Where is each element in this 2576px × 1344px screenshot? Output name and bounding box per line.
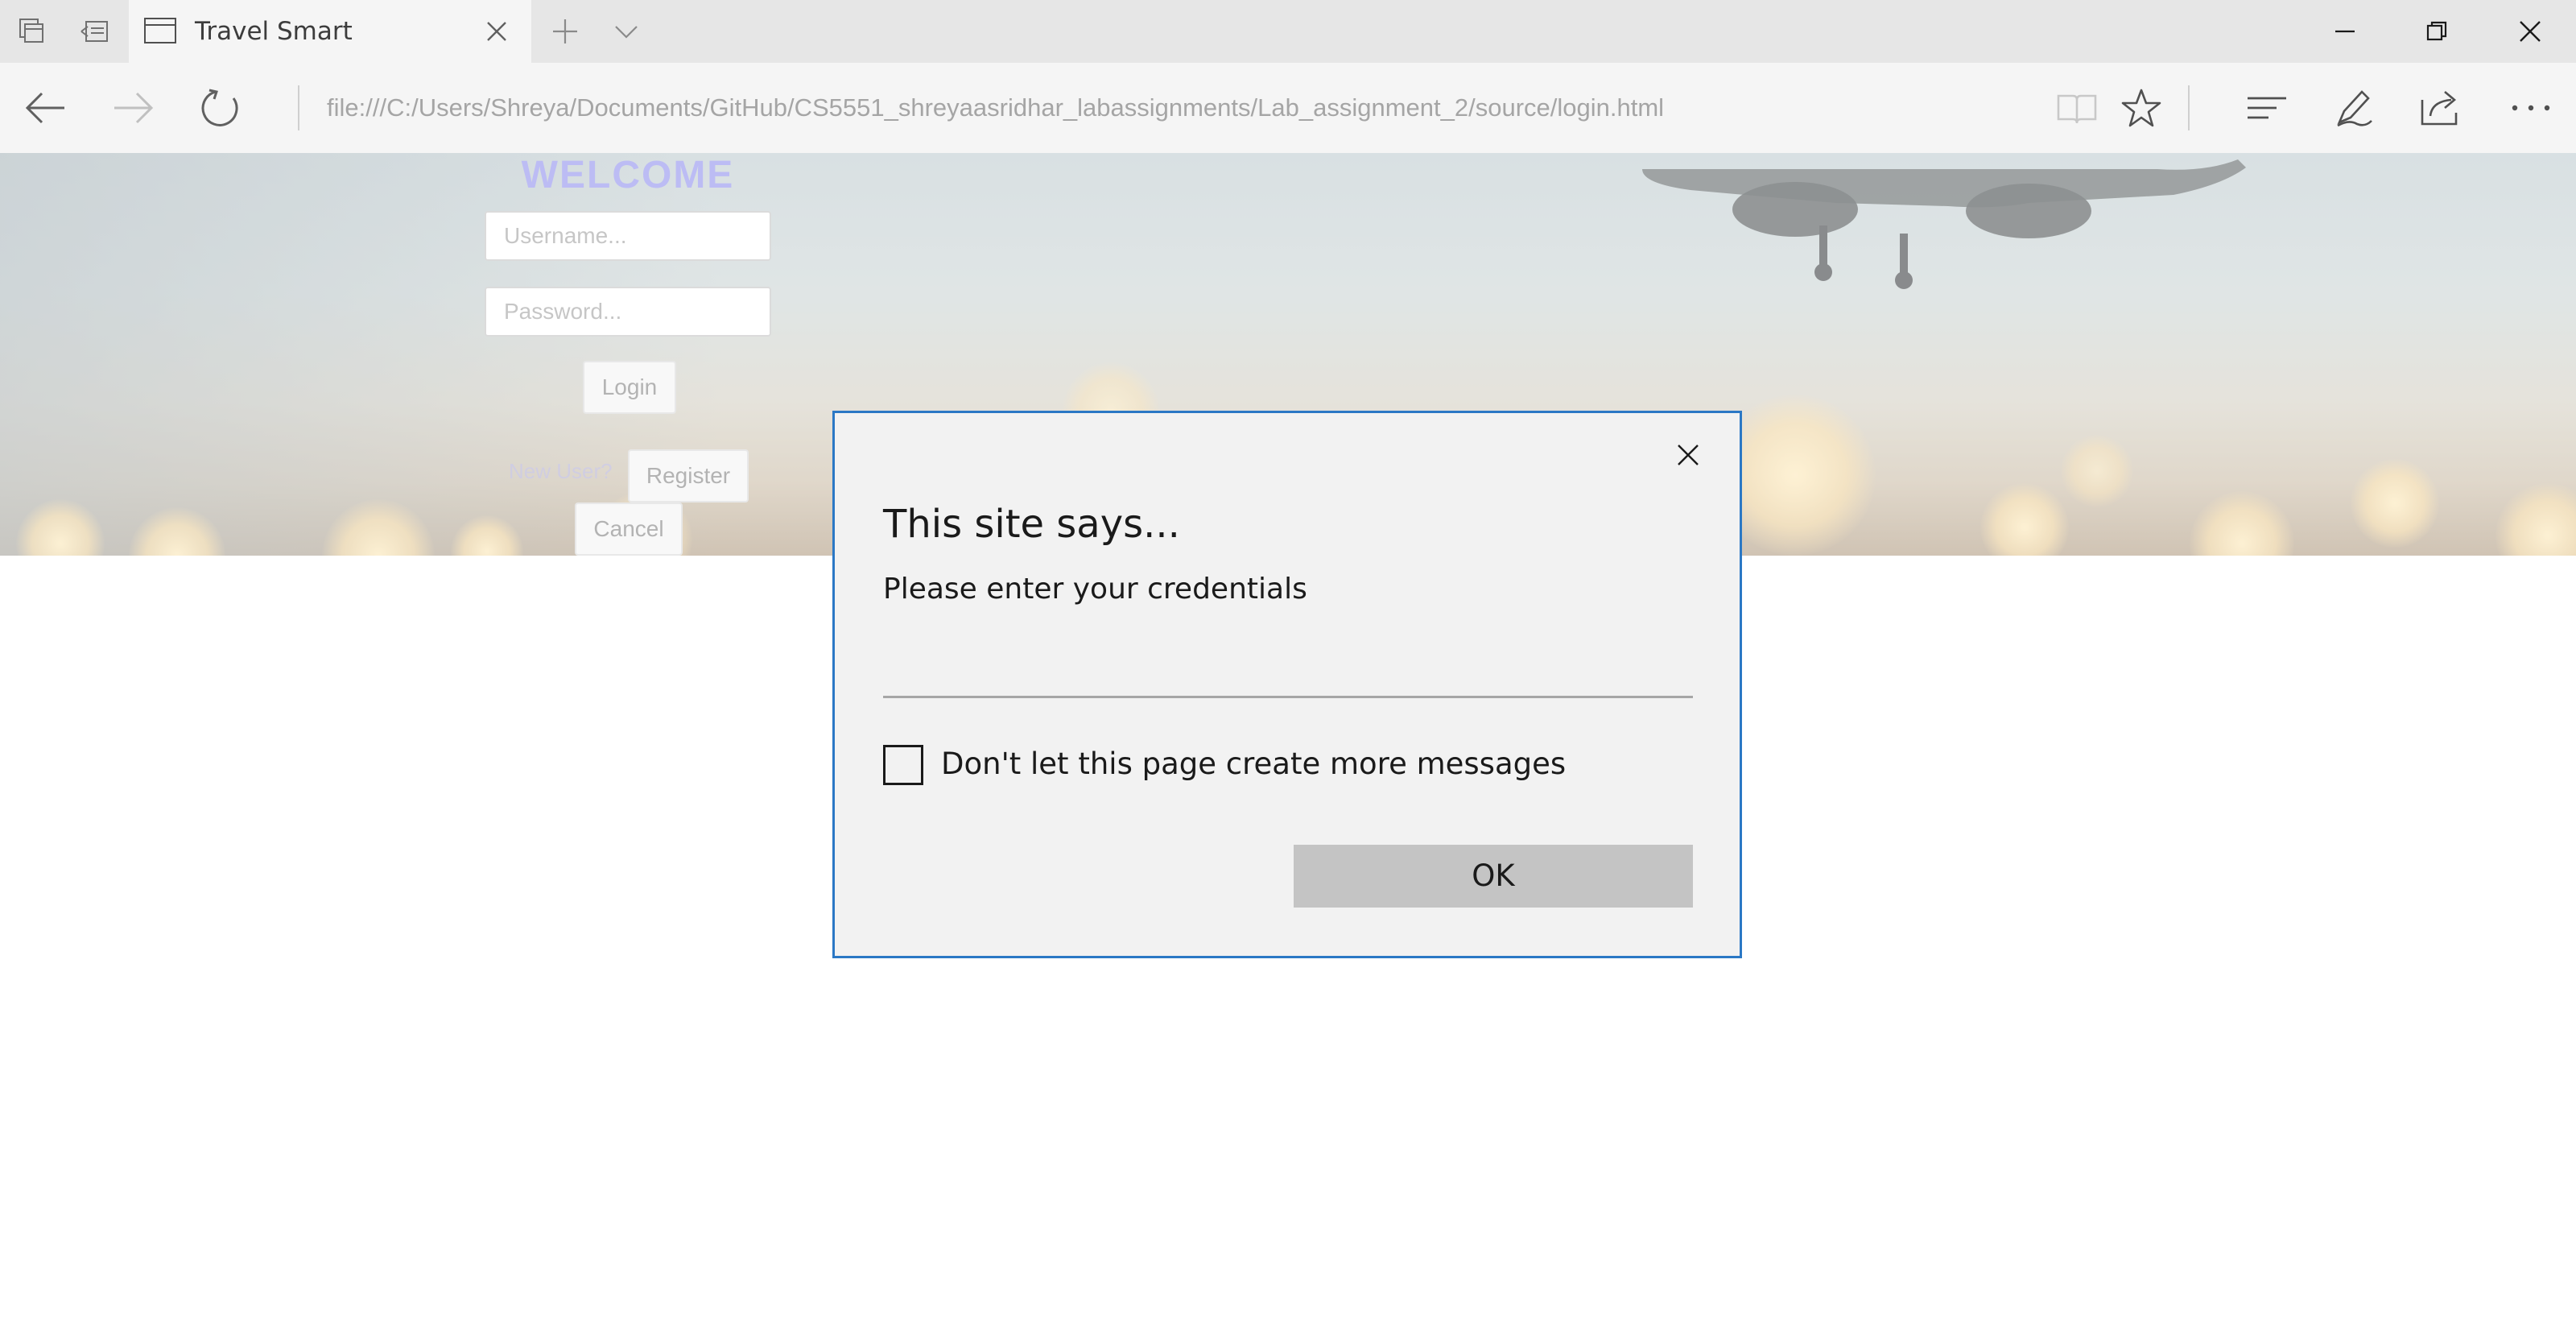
tab-list-chevron-icon[interactable] <box>596 0 657 63</box>
forward-arrow-icon[interactable] <box>93 63 174 153</box>
new-tab-icon[interactable] <box>535 0 596 63</box>
suppress-messages-label[interactable]: Don't let this page create more messages <box>941 743 1566 785</box>
window-close-button[interactable] <box>2484 0 2576 63</box>
minimize-button[interactable] <box>2299 0 2391 63</box>
dialog-close-icon[interactable] <box>1666 432 1711 478</box>
dialog-title: This site says... <box>883 502 1180 547</box>
address-separator <box>298 85 299 130</box>
more-icon[interactable] <box>2491 63 2571 153</box>
tab-manager-icon[interactable] <box>2 0 63 63</box>
dialog-text-input[interactable] <box>883 629 1693 698</box>
restore-button[interactable] <box>2391 0 2483 63</box>
back-arrow-icon[interactable] <box>5 63 85 153</box>
toolbar-separator <box>2188 85 2190 130</box>
suppress-messages-checkbox[interactable] <box>883 745 923 785</box>
share-icon[interactable] <box>2401 63 2481 153</box>
tab-strip: Travel Smart <box>0 0 2576 63</box>
dialog-message: Please enter your credentials <box>883 573 1307 606</box>
active-tab[interactable]: Travel Smart <box>129 0 531 63</box>
favorite-star-icon[interactable] <box>2101 63 2182 153</box>
prompt-dialog: This site says... Please enter your cred… <box>832 411 1742 958</box>
tab-page-icon <box>143 16 177 48</box>
set-aside-tabs-icon[interactable] <box>64 0 126 63</box>
close-tab-icon[interactable] <box>483 18 510 48</box>
address-url[interactable]: file:///C:/Users/Shreya/Documents/GitHub… <box>327 63 1664 153</box>
web-note-icon[interactable] <box>2314 63 2394 153</box>
tab-title: Travel Smart <box>195 17 353 46</box>
address-bar: file:///C:/Users/Shreya/Documents/GitHub… <box>0 63 2576 153</box>
ok-button[interactable]: OK <box>1294 845 1693 908</box>
hub-icon[interactable] <box>2227 63 2307 153</box>
refresh-icon[interactable] <box>180 63 261 153</box>
